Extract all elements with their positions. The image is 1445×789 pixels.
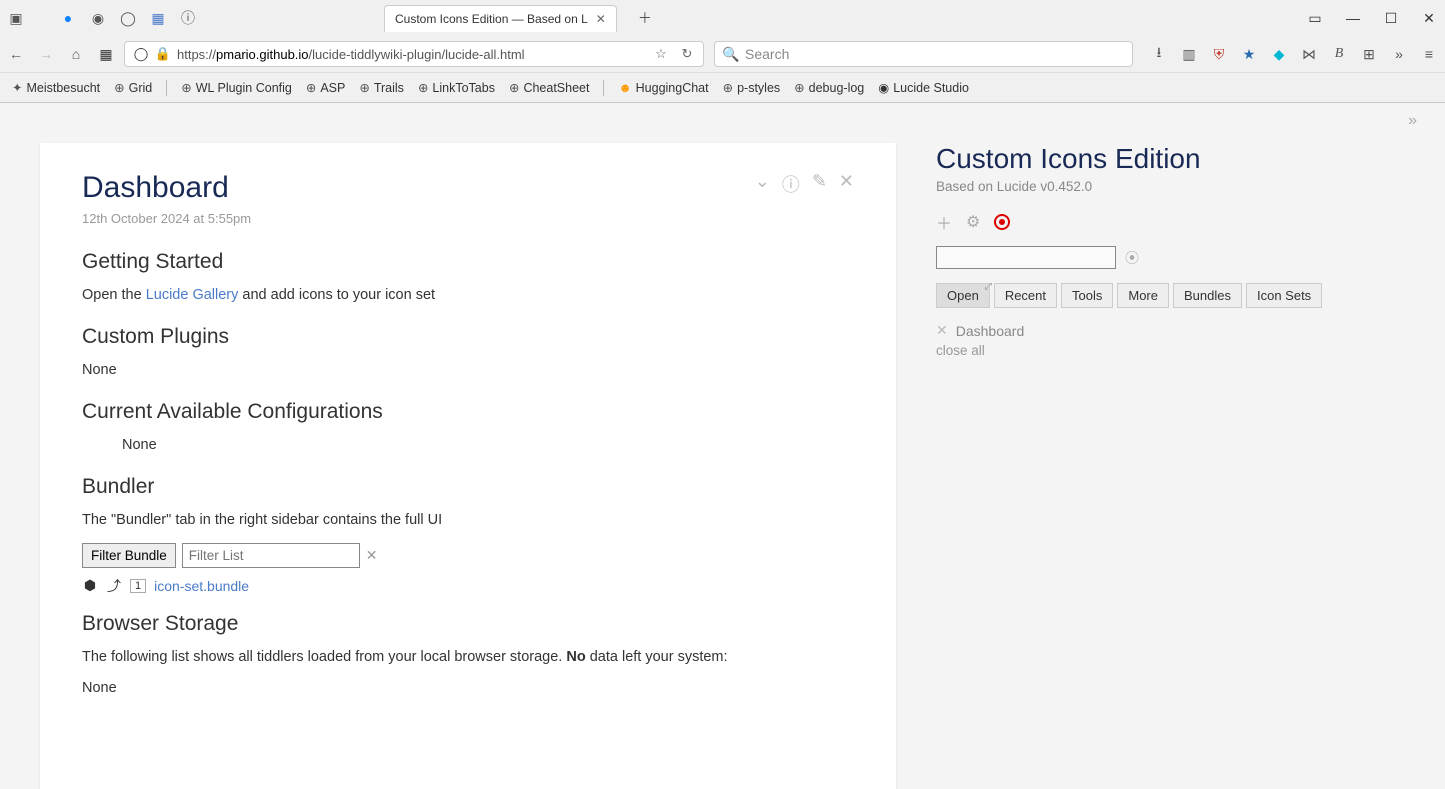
custom-plugins-value: None — [82, 359, 854, 382]
bookmark-item[interactable]: ⊕Grid — [114, 80, 152, 95]
github-icon[interactable]: ◯ — [120, 10, 136, 26]
tab-open[interactable]: Open⤢ — [936, 283, 990, 308]
app-icon[interactable]: ▦ — [150, 10, 166, 26]
filter-bundle-button[interactable]: Filter Bundle — [82, 543, 176, 568]
tab-recent[interactable]: Recent — [994, 283, 1057, 308]
bookmark-item[interactable]: ◉Lucide Studio — [878, 80, 969, 95]
tiddler-title[interactable]: Dashboard — [82, 171, 854, 205]
new-tiddler-icon[interactable]: ＋ — [936, 210, 952, 234]
lucide-gallery-link[interactable]: Lucide Gallery — [146, 287, 239, 303]
tab-iconsets[interactable]: Icon Sets — [1246, 283, 1322, 308]
bookmark-item[interactable]: ✦Meistbesucht — [12, 80, 100, 95]
diamond-icon[interactable]: ◆ — [1271, 46, 1287, 62]
reader-icon[interactable]: ▥ — [1181, 46, 1197, 62]
bookmark-item[interactable]: ⊕LinkToTabs — [418, 80, 495, 95]
star-ext-icon[interactable]: ★ — [1241, 46, 1257, 62]
address-bar[interactable]: ◯ 🔒 https://pmario.github.io/lucide-tidd… — [124, 41, 704, 67]
story-river: ⌄ ⓘ ✎ ✕ Dashboard 12th October 2024 at 5… — [40, 143, 896, 789]
sidebar-search-input[interactable] — [936, 246, 1116, 269]
search-box[interactable]: 🔍 Search — [714, 41, 1133, 67]
browser-tab[interactable]: Custom Icons Edition — Based on L ✕ — [384, 5, 617, 32]
bookmark-item[interactable]: ⊕p-styles — [723, 80, 781, 95]
chevron-down-icon[interactable]: ⌄ — [755, 171, 770, 197]
back-icon[interactable]: ← — [8, 46, 24, 62]
bookmark-star-icon[interactable]: ☆ — [653, 46, 669, 62]
advanced-search-icon[interactable]: ⦿ — [1124, 250, 1140, 266]
close-window-icon[interactable]: ✕ — [1421, 10, 1437, 26]
maximize-icon[interactable]: ☐ — [1383, 10, 1399, 26]
panel-icon[interactable]: ▭ — [1307, 10, 1323, 26]
tab-title: Custom Icons Edition — Based on L — [395, 12, 588, 26]
ublock-icon[interactable]: ⛨ — [1211, 46, 1227, 62]
storage-value: None — [82, 677, 854, 700]
puzzle-icon[interactable]: ⊞ — [1361, 46, 1377, 62]
tiddler-date: 12th October 2024 at 5:55pm — [82, 209, 854, 230]
home-icon[interactable]: ⌂ — [68, 46, 84, 62]
bow-icon[interactable]: ⋈ — [1301, 46, 1317, 62]
minimize-icon[interactable]: — — [1345, 10, 1361, 26]
bookmark-item[interactable]: ⊕Trails — [359, 80, 404, 95]
bundle-count: 1 — [130, 579, 146, 593]
sidebar-toggle-icon[interactable]: ▣ — [8, 10, 24, 26]
bookmarks-bar: ✦Meistbesucht ⊕Grid ⊕WL Plugin Config ⊕A… — [0, 72, 1445, 102]
collapse-sidebar-icon[interactable]: » — [1408, 112, 1417, 130]
open-list-item[interactable]: ✕ Dashboard — [936, 322, 1415, 339]
heading-configs: Current Available Configurations — [82, 400, 854, 424]
tab-close-icon[interactable]: ✕ — [596, 12, 606, 26]
upload-icon[interactable]: ⤴ — [106, 578, 122, 594]
bundler-text: The "Bundler" tab in the right sidebar c… — [82, 509, 854, 532]
heading-storage: Browser Storage — [82, 612, 854, 636]
info-icon[interactable]: ⓘ — [782, 171, 800, 197]
firefox-icon[interactable]: ● — [60, 10, 76, 26]
bookmark-item[interactable]: ☻HuggingChat — [618, 81, 708, 95]
filter-list-input[interactable] — [182, 543, 360, 568]
hex-icon[interactable]: ⬢ — [82, 578, 98, 594]
record-icon[interactable] — [994, 214, 1010, 230]
new-tab-icon[interactable]: ＋ — [637, 10, 653, 26]
tab-bundles[interactable]: Bundles — [1173, 283, 1242, 308]
settings-icon[interactable]: ⚙ — [966, 212, 980, 232]
shield-icon[interactable]: ◯ — [133, 46, 149, 62]
chevrons-icon[interactable]: » — [1391, 46, 1407, 62]
bookmark-item[interactable]: ⊕debug-log — [794, 80, 864, 95]
b-icon[interactable]: B — [1331, 46, 1347, 62]
search-icon: 🔍 — [723, 46, 739, 62]
bookmark-item[interactable]: ⊕ASP — [306, 80, 346, 95]
tab-tools[interactable]: Tools — [1061, 283, 1113, 308]
getting-started-text: Open the Lucide Gallery and add icons to… — [82, 284, 854, 307]
configs-value: None — [122, 434, 854, 457]
apps-icon[interactable]: ▦ — [98, 46, 114, 62]
tab-more[interactable]: More — [1117, 283, 1169, 308]
bundle-link[interactable]: icon-set.bundle — [154, 578, 249, 594]
close-icon[interactable]: ✕ — [839, 171, 854, 197]
site-title[interactable]: Custom Icons Edition — [936, 143, 1415, 175]
storage-text: The following list shows all tiddlers lo… — [82, 646, 854, 669]
edit-icon[interactable]: ✎ — [812, 171, 827, 197]
bookmark-item[interactable]: ⊕WL Plugin Config — [181, 80, 292, 95]
heading-bundler: Bundler — [82, 475, 854, 499]
lock-icon[interactable]: 🔒 — [155, 46, 171, 62]
reload-icon[interactable]: ↻ — [679, 46, 695, 62]
sidebar: Custom Icons Edition Based on Lucide v0.… — [896, 103, 1445, 789]
clear-filter-icon[interactable]: ✕ — [366, 547, 378, 564]
heading-custom-plugins: Custom Plugins — [82, 325, 854, 349]
search-placeholder: Search — [745, 46, 789, 62]
close-item-icon[interactable]: ✕ — [936, 322, 948, 339]
heading-getting-started: Getting Started — [82, 250, 854, 274]
download-icon[interactable]: ⭳ — [1151, 46, 1167, 62]
forward-icon: → — [38, 46, 54, 62]
bookmark-item[interactable]: ⊕CheatSheet — [509, 80, 590, 95]
open-item-label: Dashboard — [956, 323, 1025, 339]
site-subtitle: Based on Lucide v0.452.0 — [936, 179, 1415, 194]
info-icon[interactable]: ⓘ — [180, 10, 196, 26]
close-all-link[interactable]: close all — [936, 343, 1415, 358]
sidebar-tabs: Open⤢ Recent Tools More Bundles Icon Set… — [936, 283, 1415, 308]
menu-icon[interactable]: ≡ — [1421, 46, 1437, 62]
circle-icon[interactable]: ◉ — [90, 10, 106, 26]
